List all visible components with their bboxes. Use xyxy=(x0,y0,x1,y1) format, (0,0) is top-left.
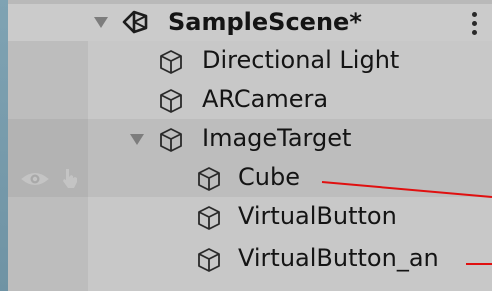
annotation-lines xyxy=(321,181,492,265)
annotation-line-cube xyxy=(321,181,492,198)
